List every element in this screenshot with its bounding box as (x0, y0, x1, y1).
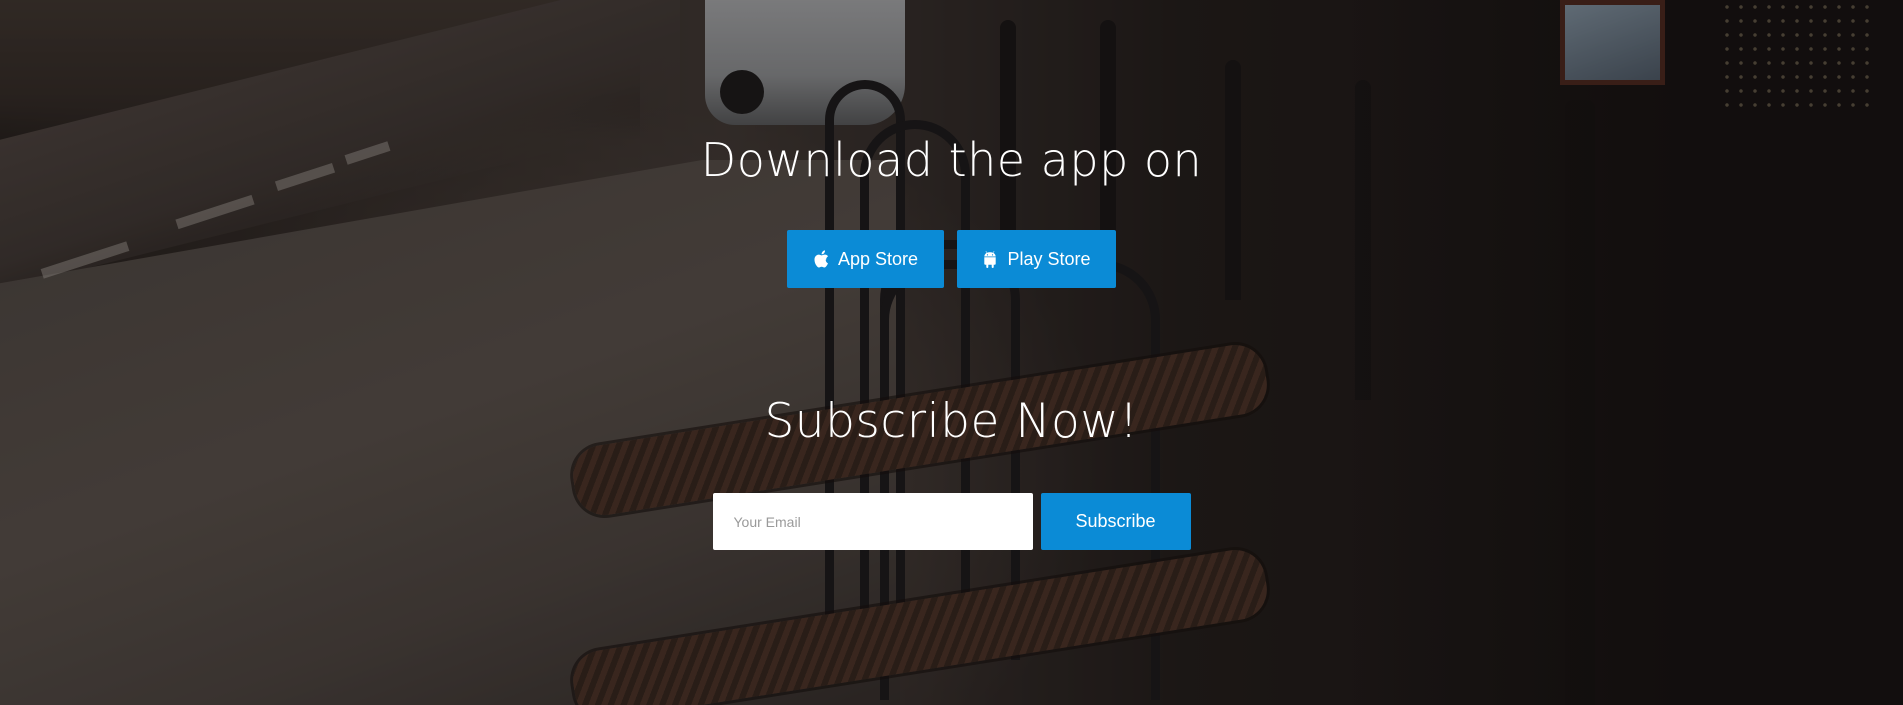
play-store-label: Play Store (1007, 248, 1091, 269)
app-store-button[interactable]: App Store (787, 230, 944, 288)
download-heading: Download the app on (700, 133, 1203, 187)
store-buttons: App Store Play Store (0, 230, 1903, 288)
app-subscribe-section: Download the app on App Store Play Store… (0, 0, 1903, 705)
android-icon (982, 250, 998, 268)
subscribe-button[interactable]: Subscribe (1040, 493, 1191, 550)
app-store-label: App Store (837, 248, 919, 269)
email-input[interactable] (712, 493, 1033, 550)
apple-icon (813, 250, 829, 268)
play-store-button[interactable]: Play Store (957, 230, 1116, 288)
subscribe-heading: Subscribe Now! (764, 394, 1139, 449)
subscribe-form: Subscribe (0, 493, 1903, 550)
